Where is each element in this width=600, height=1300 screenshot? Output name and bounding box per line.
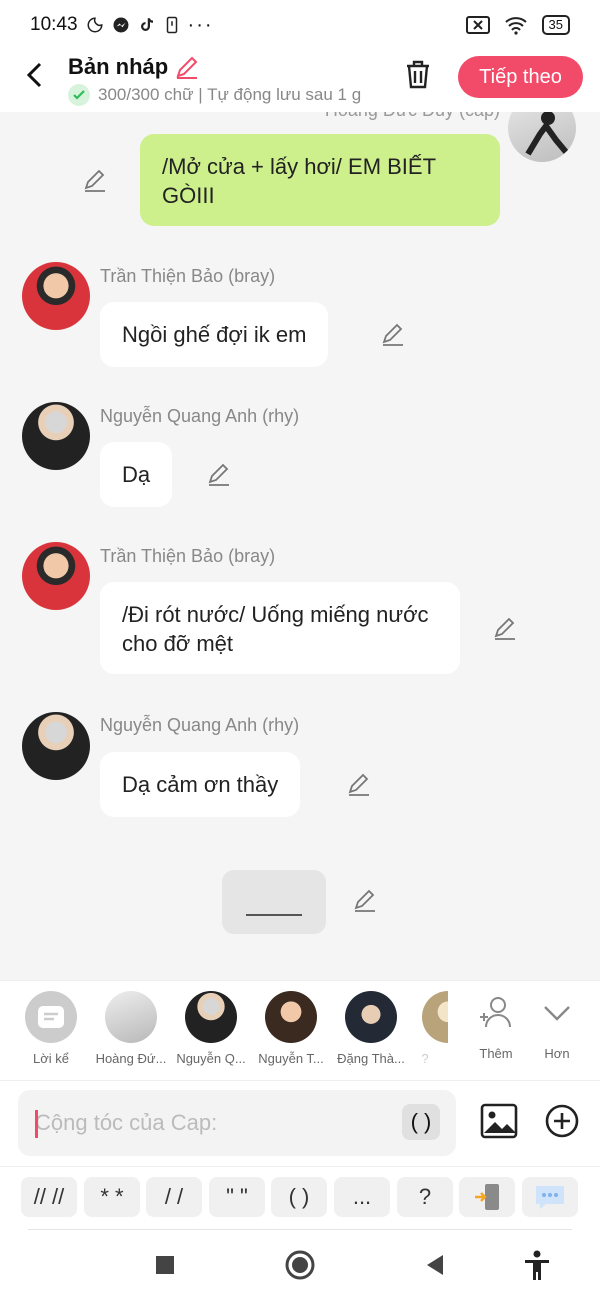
avatar[interactable] — [22, 402, 90, 470]
accessibility-button[interactable] — [520, 1248, 554, 1282]
character-item[interactable]: Hoàng Đứ... — [91, 991, 171, 1066]
delete-button[interactable] — [403, 58, 437, 92]
symbol-button[interactable]: " " — [209, 1177, 265, 1217]
text-cursor — [35, 1110, 38, 1138]
edit-icon[interactable] — [352, 888, 378, 914]
recents-button[interactable] — [148, 1248, 182, 1282]
phone-alert-icon — [166, 16, 177, 34]
tiktok-icon — [140, 18, 153, 31]
moon-icon — [87, 17, 103, 33]
edit-icon[interactable] — [82, 168, 108, 194]
message-input[interactable]: Cộng tóc của Cap: ( ) — [18, 1090, 456, 1156]
character-label: Lời kể — [33, 1051, 69, 1066]
square-icon — [156, 1256, 174, 1274]
avatar[interactable] — [508, 112, 576, 162]
blank-line — [246, 914, 302, 916]
character-label: Nguyễn Q... — [176, 1051, 246, 1066]
wifi-icon — [504, 17, 527, 35]
avatar[interactable] — [22, 542, 90, 610]
chat-bubble-icon — [536, 1186, 564, 1209]
character-label: Nguyễn T... — [258, 1051, 324, 1066]
character-strip: Lời kể Hoàng Đứ... Nguyễn Q... Nguyễn T.… — [0, 980, 600, 1080]
symbol-button[interactable]: ? — [397, 1177, 453, 1217]
edit-icon[interactable] — [206, 462, 232, 488]
input-placeholder: Cộng tóc của Cap: — [35, 1110, 218, 1135]
sim-off-icon — [465, 16, 490, 34]
image-icon[interactable] — [480, 1103, 518, 1139]
sender-name: Hoàng Đức Duy (cap) — [325, 112, 500, 121]
blank-message-bubble[interactable] — [222, 870, 326, 934]
message-bubble[interactable]: Dạ cảm ơn thầy — [100, 752, 301, 817]
pencil-icon[interactable] — [174, 54, 200, 80]
avatar — [422, 991, 448, 1043]
chevron-left-icon — [26, 62, 42, 88]
system-nav-bar — [0, 1230, 600, 1300]
avatar[interactable] — [22, 262, 90, 330]
expand-label: Hơn — [544, 1046, 570, 1061]
character-label: Hoàng Đứ... — [95, 1051, 167, 1066]
symbol-toolbar: // // * * / / " " ( ) ... ? — [0, 1166, 600, 1230]
home-button[interactable] — [283, 1248, 317, 1282]
symbol-button[interactable]: ... — [334, 1177, 390, 1217]
avatar — [345, 991, 397, 1043]
symbol-button[interactable]: ( ) — [271, 1177, 327, 1217]
symbol-button[interactable]: / / — [146, 1177, 202, 1217]
character-item[interactable]: Đặng Thà... — [331, 991, 411, 1066]
message-bubble[interactable]: /Mở cửa + lấy hơi/ EM BIẾT GÒIII — [140, 134, 500, 226]
avatar[interactable] — [22, 712, 90, 780]
sender-name: Nguyễn Quang Anh (rhy) — [100, 715, 300, 735]
add-person-icon — [480, 997, 511, 1028]
character-label: Đặng Thà... — [337, 1051, 405, 1066]
status-bar: 10:43 ··· 35 — [0, 0, 600, 50]
composer: Cộng tóc của Cap: ( ) — [0, 1080, 600, 1166]
sender-name: Trần Thiện Bảo (bray) — [100, 266, 276, 286]
next-button[interactable]: Tiếp theo — [458, 56, 583, 98]
word-count-status: 300/300 chữ | Tự động lưu sau 1 g — [68, 84, 361, 106]
triangle-back-icon — [427, 1255, 443, 1275]
character-item[interactable]: ? — [402, 991, 448, 1066]
message-bubble[interactable]: /Đi rót nước/ Uống miếng nước cho đỡ mệt — [100, 582, 460, 674]
chat-area: Hoàng Đức Duy (cap) /Mở cửa + lấy hơi/ E… — [0, 112, 600, 980]
narrator-icon — [25, 991, 77, 1043]
message-bubble[interactable]: Ngồi ghế đợi ik em — [100, 302, 329, 367]
message-bubble[interactable]: Dạ — [100, 442, 173, 507]
sender-name: Nguyễn Quang Anh (rhy) — [100, 406, 300, 426]
avatar — [265, 991, 317, 1043]
edit-icon[interactable] — [492, 616, 518, 642]
switch-device-button[interactable] — [459, 1177, 515, 1217]
circle-icon — [285, 1250, 315, 1280]
back-button[interactable] — [20, 60, 50, 90]
edit-icon[interactable] — [380, 322, 406, 348]
chevron-down-icon — [544, 1006, 570, 1021]
check-icon — [68, 84, 90, 106]
symbol-button[interactable]: * * — [84, 1177, 140, 1217]
subtitle-text: 300/300 chữ | Tự động lưu sau 1 g — [98, 85, 362, 104]
avatar — [105, 991, 157, 1043]
character-narrator[interactable]: Lời kể — [11, 991, 91, 1066]
more-icon: ··· — [187, 13, 214, 36]
add-icon[interactable] — [544, 1103, 580, 1139]
back-nav-button[interactable] — [418, 1248, 452, 1282]
chat-bubble-button[interactable] — [522, 1177, 578, 1217]
character-label: ? — [421, 1051, 429, 1066]
add-character-label: Thêm — [479, 1046, 513, 1061]
app-header: Bản nháp 300/300 chữ | Tự động lưu sau 1… — [0, 50, 600, 112]
symbol-button[interactable]: // // — [21, 1177, 77, 1217]
page-title: Bản nháp — [68, 54, 200, 80]
trash-icon — [407, 60, 429, 89]
phone-switch-icon — [475, 1184, 499, 1210]
paren-button[interactable]: ( ) — [402, 1104, 440, 1140]
sender-name: Trần Thiện Bảo (bray) — [100, 546, 276, 566]
status-time: 10:43 — [30, 14, 78, 35]
battery-icon: 35 — [541, 15, 570, 35]
add-character-button[interactable]: Thêm — [466, 993, 526, 1061]
title-text: Bản nháp — [68, 54, 169, 79]
character-item[interactable]: Nguyễn T... — [251, 991, 331, 1066]
expand-characters-button[interactable]: Hơn — [527, 993, 587, 1061]
messenger-icon — [113, 17, 129, 33]
edit-icon[interactable] — [346, 772, 372, 798]
accessibility-icon — [525, 1250, 549, 1280]
avatar — [185, 991, 237, 1043]
character-item[interactable]: Nguyễn Q... — [171, 991, 251, 1066]
